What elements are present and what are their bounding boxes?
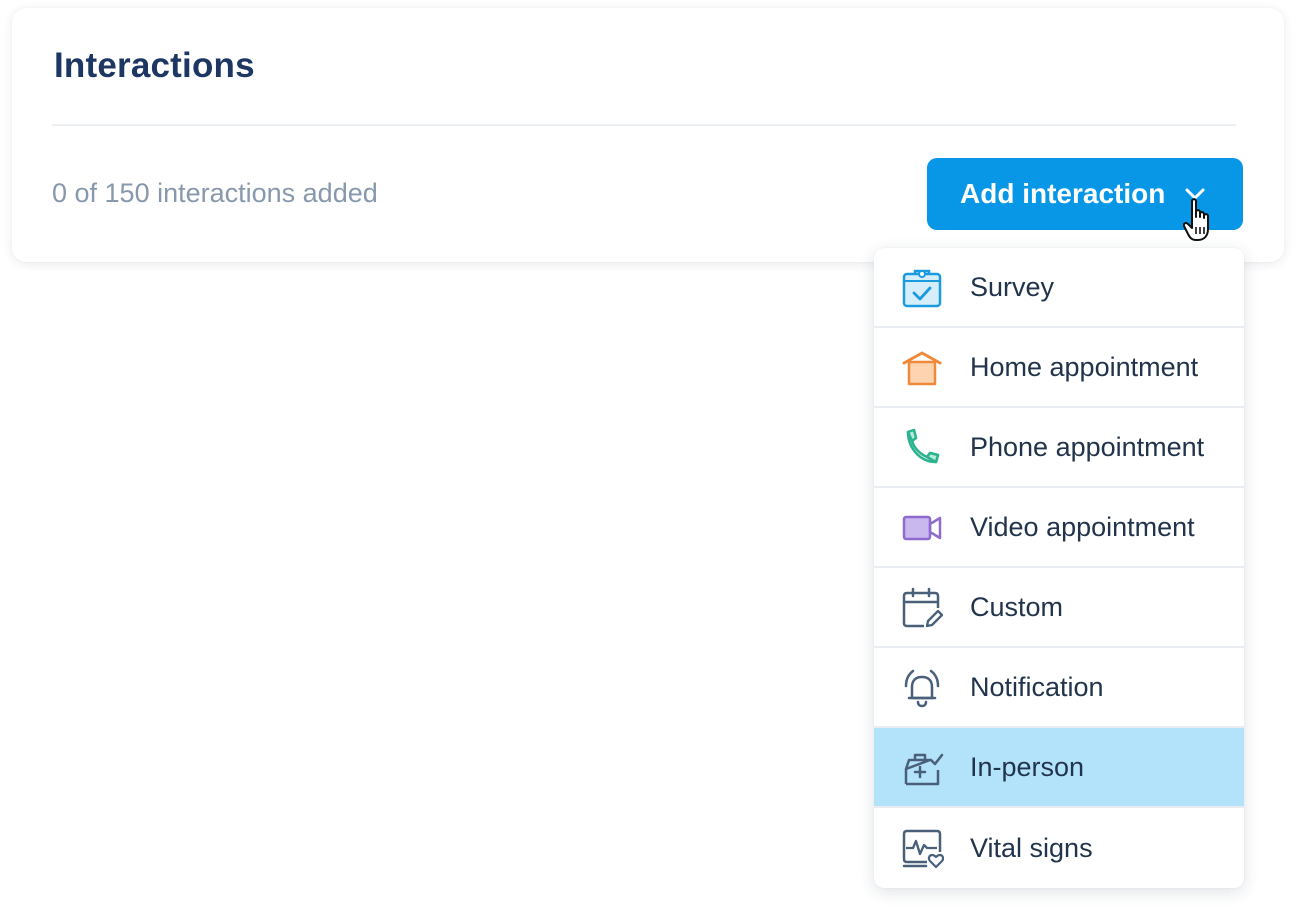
phone-icon	[900, 426, 944, 470]
menu-item-vital-signs[interactable]: Vital signs	[874, 808, 1244, 888]
medical-kit-icon	[900, 746, 944, 790]
menu-item-label: Notification	[970, 671, 1104, 702]
add-interaction-dropdown: Survey Home appointment Phone appointmen…	[874, 248, 1244, 888]
divider	[52, 124, 1236, 126]
interactions-count: 0 of 150 interactions added	[52, 178, 378, 208]
home-icon	[900, 346, 944, 390]
menu-item-notification[interactable]: Notification	[874, 648, 1244, 728]
menu-item-label: In-person	[970, 751, 1085, 782]
menu-item-label: Home appointment	[970, 351, 1199, 382]
calendar-edit-icon	[900, 586, 944, 630]
menu-item-label: Video appointment	[970, 511, 1195, 542]
menu-item-video-appointment[interactable]: Video appointment	[874, 488, 1244, 568]
interactions-card: Interactions 0 of 150 interactions added…	[12, 8, 1284, 262]
hand-cursor-icon	[1183, 198, 1209, 241]
bell-ring-icon	[900, 666, 944, 710]
menu-item-home-appointment[interactable]: Home appointment	[874, 328, 1244, 408]
menu-item-in-person[interactable]: In-person	[874, 728, 1244, 808]
page-title: Interactions	[54, 46, 255, 85]
menu-item-label: Phone appointment	[970, 431, 1205, 462]
menu-item-label: Survey	[970, 271, 1055, 302]
menu-item-phone-appointment[interactable]: Phone appointment	[874, 408, 1244, 488]
menu-item-custom[interactable]: Custom	[874, 568, 1244, 648]
menu-item-label: Custom	[970, 591, 1064, 622]
video-camera-icon	[900, 506, 944, 550]
add-interaction-label: Add interaction	[960, 178, 1166, 209]
clipboard-check-icon	[900, 266, 944, 310]
menu-item-survey[interactable]: Survey	[874, 248, 1244, 328]
heart-monitor-icon	[900, 826, 944, 870]
menu-item-label: Vital signs	[970, 832, 1093, 863]
